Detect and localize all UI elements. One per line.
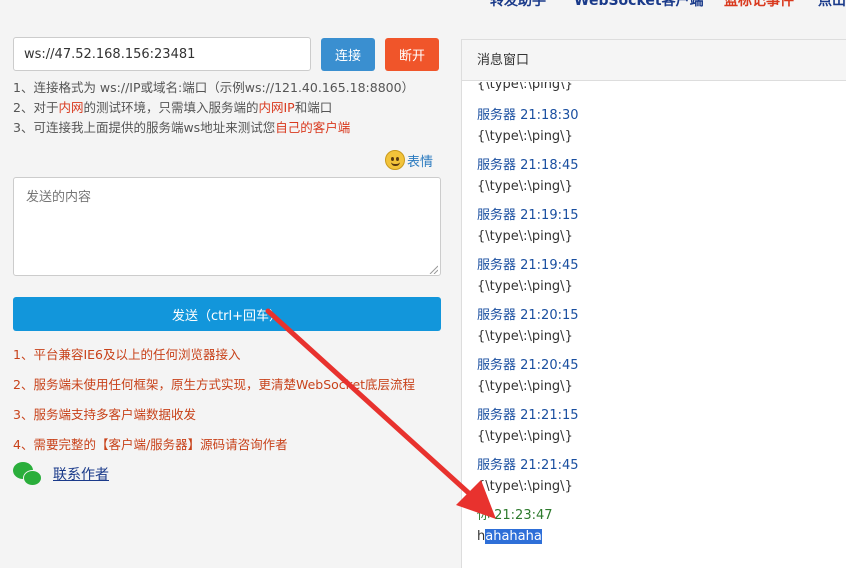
message-window: 消息窗口 {\type\:\ping\} 服务器 21:18:30 {\type\:…: [461, 39, 846, 568]
message-sender: 服务器 21:20:15: [477, 308, 579, 323]
wechat-icon: [13, 460, 45, 488]
nav-link-forward[interactable]: 转发助手: [490, 0, 546, 10]
message-content: {\type\:\ping\}: [477, 429, 573, 444]
connect-button[interactable]: 连接: [321, 38, 375, 71]
message-item: 服务器 21:20:15 {\type\:\ping\}: [477, 307, 579, 357]
message-content: {\type\:\ping\}: [477, 229, 573, 244]
feature-item: 1、平台兼容IE6及以上的任何浏览器接入: [13, 347, 241, 362]
message-sender: 服务器 21:21:15: [477, 408, 579, 423]
hint-text: 3、可连接我上面提供的服务端ws地址来测试您: [13, 120, 276, 135]
nav-link-more[interactable]: 点山: [818, 0, 846, 10]
hint-highlight: 内网: [58, 100, 84, 115]
send-button[interactable]: 发送（ctrl+回车）: [13, 297, 441, 331]
message-item: 服务器 21:21:45 {\type\:\ping\}: [477, 457, 579, 507]
message-item: 服务器 21:18:30 {\type\:\ping\}: [477, 107, 579, 157]
hint-line-3: 3、可连接我上面提供的服务端ws地址来测试您自己的客户端: [13, 118, 414, 138]
message-content: {\type\:\ping\}: [477, 279, 573, 294]
message-content: {\type\:\ping\}: [477, 82, 573, 92]
message-content: {\type\:\ping\}: [477, 329, 573, 344]
nav-link-websocket-client[interactable]: WebSocket客户端: [574, 0, 704, 10]
smiley-icon: [385, 150, 405, 170]
message-content: {\type\:\ping\}: [477, 379, 573, 394]
message-sender: 服务器 21:19:15: [477, 208, 579, 223]
message-sender: 服务器 21:19:45: [477, 258, 579, 273]
emoji-button[interactable]: 表情: [385, 150, 433, 170]
feature-list: 1、平台兼容IE6及以上的任何浏览器接入 2、服务端未使用任何框架，原生方式实现…: [13, 345, 415, 465]
message-content-prefix: h: [477, 529, 486, 544]
selected-text: ahahaha: [485, 529, 542, 544]
message-item: {\type\:\ping\}: [477, 82, 579, 107]
message-item: 服务器 21:19:45 {\type\:\ping\}: [477, 257, 579, 307]
message-item: 服务器 21:21:15 {\type\:\ping\}: [477, 407, 579, 457]
message-window-title: 消息窗口: [462, 40, 846, 81]
nav-link-blue-event[interactable]: 蓝标记事件: [724, 0, 794, 10]
feature-item: 3、服务端支持多客户端数据收发: [13, 407, 196, 422]
message-item: 服务器 21:18:45 {\type\:\ping\}: [477, 157, 579, 207]
disconnect-button[interactable]: 断开: [385, 38, 439, 71]
message-sender: 服务器 21:18:30: [477, 108, 579, 123]
hint-text: 和端口: [294, 100, 333, 115]
message-textarea[interactable]: [13, 177, 441, 276]
resize-grip-icon[interactable]: [428, 264, 438, 274]
connection-hints: 1、连接格式为 ws://IP或域名:端口（示例ws://121.40.165.…: [13, 78, 414, 138]
message-sender: 服务器 21:20:45: [477, 358, 579, 373]
hint-highlight: 内网IP: [258, 100, 295, 115]
message-list-scroll[interactable]: {\type\:\ping\} 服务器 21:18:30 {\type\:\ping…: [462, 82, 846, 568]
message-item: 服务器 21:19:15 {\type\:\ping\}: [477, 207, 579, 257]
feature-item: 2、服务端未使用任何框架，原生方式实现，更清楚WebSocket底层流程: [13, 377, 416, 392]
message-content: hahahaha: [477, 527, 579, 547]
message-item: 服务器 21:20:45 {\type\:\ping\}: [477, 357, 579, 407]
message-item-self: 你 21:23:47 hahahaha: [477, 507, 579, 557]
message-content: {\type\:\ping\}: [477, 479, 573, 494]
message-sender: 服务器 21:18:45: [477, 158, 579, 173]
hint-highlight: 自己的客户端: [275, 120, 351, 135]
top-nav: 转发助手 WebSocket客户端 蓝标记事件 点山: [0, 0, 846, 10]
hint-line-2: 2、对于内网的测试环境，只需填入服务端的内网IP和端口: [13, 98, 414, 118]
contact-author: 联系作者: [13, 460, 109, 488]
message-content: {\type\:\ping\}: [477, 179, 573, 194]
ws-url-input[interactable]: [13, 37, 311, 71]
message-content: {\type\:\ping\}: [477, 129, 573, 144]
emoji-label: 表情: [407, 154, 434, 170]
message-sender: 服务器 21:21:45: [477, 458, 579, 473]
message-list: {\type\:\ping\} 服务器 21:18:30 {\type\:\ping…: [477, 82, 579, 557]
contact-author-link[interactable]: 联系作者: [53, 464, 109, 484]
message-sender: 你 21:23:47: [477, 508, 553, 523]
page: 转发助手 WebSocket客户端 蓝标记事件 点山 连接 断开 1、连接格式为…: [0, 0, 846, 568]
hint-text: 的测试环境，只需填入服务端的: [83, 100, 259, 115]
hint-line-1: 1、连接格式为 ws://IP或域名:端口（示例ws://121.40.165.…: [13, 80, 415, 95]
hint-text: 2、对于: [13, 100, 59, 115]
